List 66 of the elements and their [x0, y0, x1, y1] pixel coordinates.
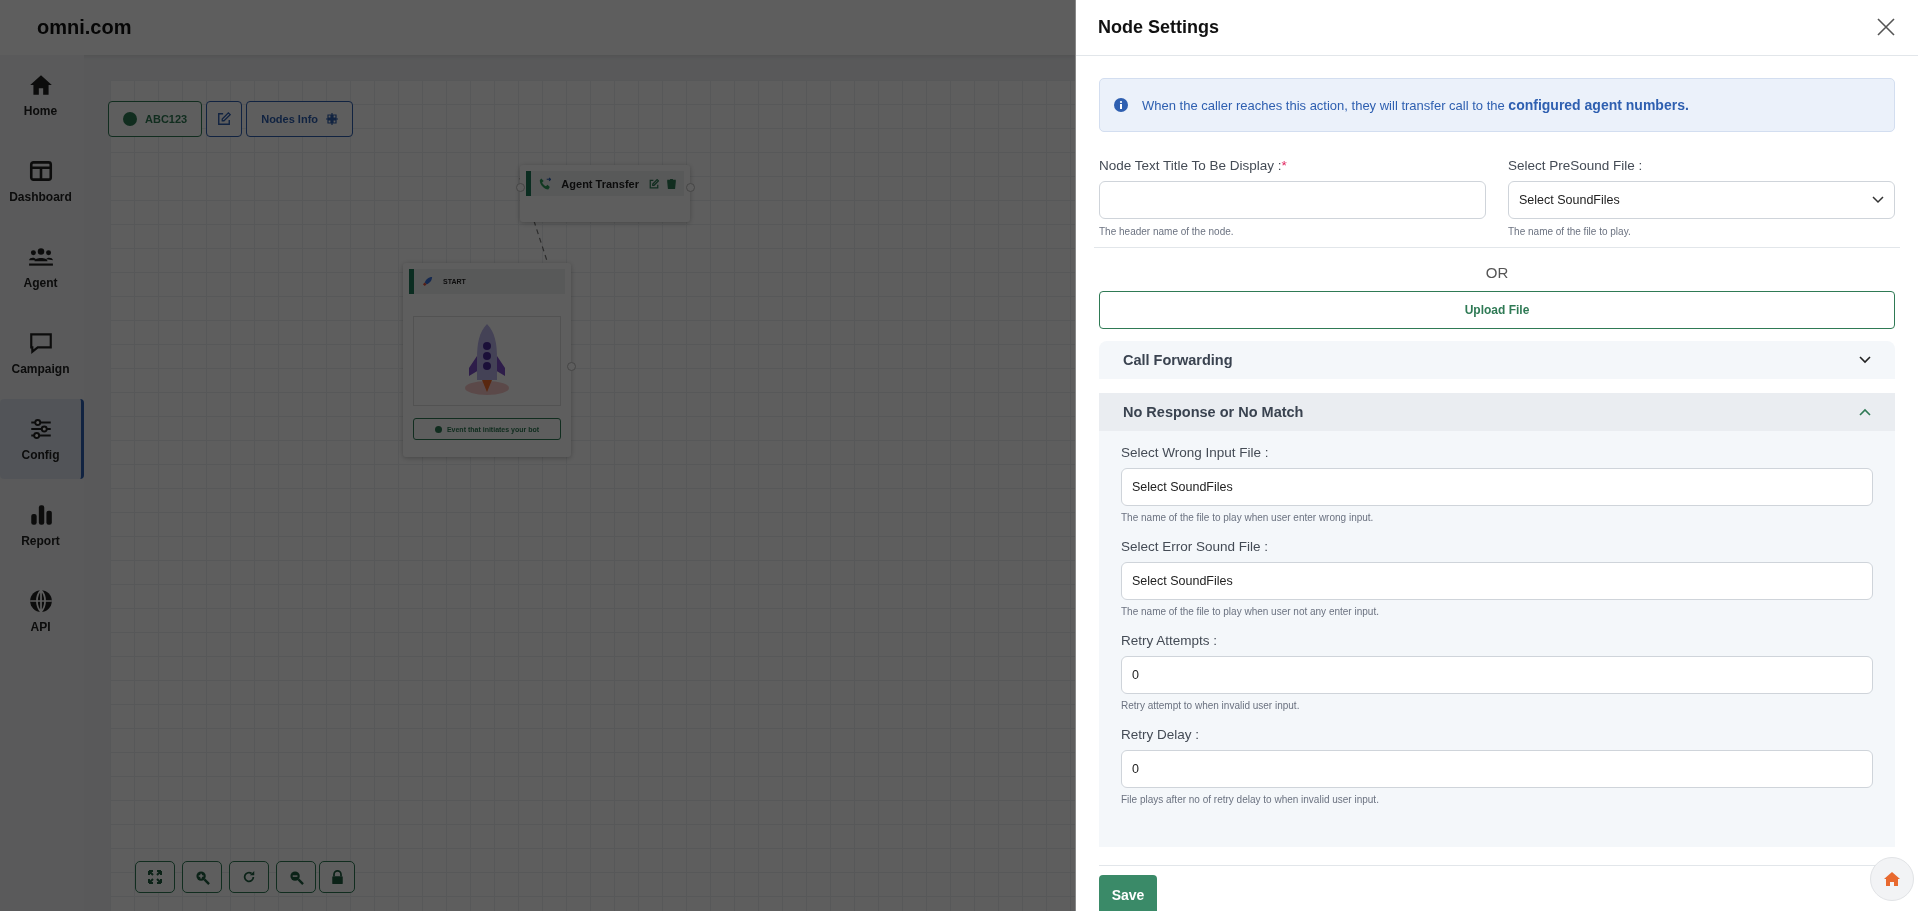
logo: omni.com [37, 16, 132, 39]
sidebar-item[interactable]: API [0, 571, 84, 651]
field-label: Select Error Sound File : [1121, 539, 1270, 554]
reset-button[interactable] [229, 861, 269, 893]
field-label: Retry Delay : [1121, 727, 1201, 742]
save-button[interactable]: Save [1099, 875, 1157, 911]
sidebar-item[interactable]: Report [0, 485, 84, 565]
fit-view-button[interactable] [135, 861, 175, 893]
zoom-out-button[interactable] [276, 861, 316, 893]
close-button[interactable] [1876, 17, 1896, 38]
trash-icon[interactable] [667, 178, 676, 189]
hint-text: The name of the file to play. [1508, 226, 1632, 237]
sidebar-item[interactable]: Dashboard [0, 141, 84, 221]
sidebar-item[interactable]: Agent [0, 227, 84, 307]
input-field[interactable] [1099, 181, 1486, 219]
status-dot-icon [123, 112, 137, 126]
home-icon [1883, 871, 1901, 887]
info-icon [1114, 98, 1128, 112]
accordion-header[interactable]: Call Forwarding [1099, 341, 1895, 379]
info-message: When the caller reaches this action, they will transfer call to the configured agent numbers. [1142, 97, 1689, 113]
home-button[interactable] [1870, 857, 1914, 901]
input-field[interactable]: 0 [1121, 656, 1873, 694]
field-label: Select PreSound File : [1508, 158, 1644, 173]
dashboard-icon [27, 158, 54, 184]
close-icon [1877, 17, 1895, 36]
accordion-header[interactable]: No Response or No Match [1099, 393, 1895, 431]
grid-icon [326, 113, 339, 125]
hint-text: Retry attempt to when invalid user input. [1121, 700, 1301, 711]
chevron-down-icon [1872, 196, 1884, 204]
edit-icon[interactable] [649, 178, 659, 189]
input-field[interactable]: 0 [1121, 750, 1873, 788]
hint-text: File plays after no of retry delay to when invalid user input. [1121, 794, 1380, 805]
lock-icon [330, 870, 344, 884]
chat-bubble-icon [27, 330, 54, 356]
or-separator: OR [1485, 264, 1509, 281]
expand-icon [148, 870, 162, 884]
zoom-out-icon [288, 869, 304, 885]
rocket-icon [422, 276, 433, 287]
upload-file-button[interactable]: Upload File [1099, 291, 1895, 329]
rotate-icon [242, 870, 256, 884]
select-field[interactable]: Select SoundFiles [1508, 181, 1895, 219]
input-field[interactable]: Select SoundFiles [1121, 468, 1873, 506]
lock-button[interactable] [319, 861, 355, 893]
chevron-down-icon [1859, 356, 1871, 364]
hint-text: The name of the file to play when user enter wrong input. [1121, 512, 1375, 523]
field-label: Select Wrong Input File : [1121, 445, 1270, 460]
phone-icon [539, 176, 552, 191]
nodes-info-button[interactable]: Nodes Info [246, 101, 354, 137]
chevron-up-icon [1859, 408, 1871, 416]
agent-transfer-node[interactable]: Agent Transfer [520, 165, 690, 222]
panel-title: Node Settings [1098, 17, 1219, 38]
connection-port[interactable] [516, 183, 525, 192]
zoom-in-icon [194, 869, 210, 885]
globe-icon [27, 588, 54, 614]
input-field[interactable]: Select SoundFiles [1121, 562, 1873, 600]
sidebar-item[interactable]: Home [0, 55, 84, 135]
field-label: Node Text Title To Be Display :* [1099, 158, 1288, 173]
hint-text: The name of the file to play when user not any enter input. [1121, 606, 1380, 617]
edit-icon [217, 112, 232, 126]
field-label: Retry Attempts : [1121, 633, 1219, 648]
sidebar-item[interactable]: Config [0, 399, 84, 479]
zoom-in-button[interactable] [182, 861, 222, 893]
sidebar-item[interactable]: Campaign [0, 313, 84, 393]
hint-text: The header name of the node. [1099, 226, 1235, 237]
edit-button[interactable] [206, 101, 243, 137]
flow-name-button[interactable]: ABC123 [108, 101, 203, 137]
